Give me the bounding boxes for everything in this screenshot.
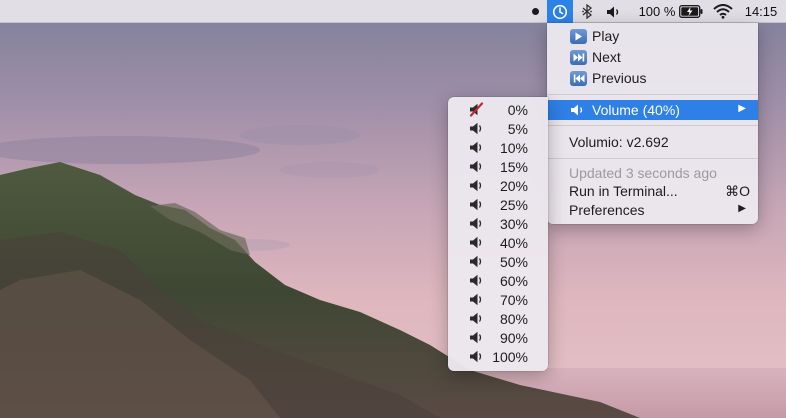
menu-item-preferences-label: Preferences (569, 202, 645, 218)
speaker-icon (469, 349, 487, 364)
speaker-icon (469, 311, 487, 326)
volume-option-label: 90% (499, 330, 528, 346)
volume-option-label: 40% (499, 235, 528, 251)
menu-separator (547, 125, 758, 126)
speaker-icon (469, 254, 487, 269)
menu-separator (547, 94, 758, 95)
volume-option[interactable]: 15% (448, 157, 548, 176)
volume-option[interactable]: 25% (448, 195, 548, 214)
volume-option-label: 80% (499, 311, 528, 327)
speaker-icon (469, 235, 487, 250)
volume-option-label: 10% (499, 140, 528, 156)
menu-item-next-label: Next (592, 49, 621, 65)
volume-option[interactable]: 10% (448, 138, 548, 157)
volume-option-label: 20% (499, 178, 528, 194)
speaker-icon (469, 330, 487, 345)
menu-item-run-in-terminal[interactable]: Run in Terminal... ⌘O (547, 181, 758, 201)
volume-option[interactable]: 80% (448, 309, 548, 328)
volume-option-label: 70% (499, 292, 528, 308)
volume-option[interactable]: 50% (448, 252, 548, 271)
menu-separator (547, 158, 758, 159)
speaker-volume-icon (570, 103, 587, 118)
speaker-icon (469, 273, 487, 288)
volume-option-label: 100% (492, 349, 528, 365)
speaker-icon (469, 121, 487, 136)
wifi-icon[interactable] (711, 0, 735, 23)
menu-item-next[interactable]: Next (547, 47, 758, 67)
volume-option[interactable]: 30% (448, 214, 548, 233)
volume-submenu: 0% 5% 10% 15% 20% 25% 30% 40% 50% 60% 70% 80% 90% 100… (448, 97, 548, 371)
volume-option-label: 0% (507, 102, 528, 118)
menubar-clock[interactable]: 14:15 (741, 0, 781, 23)
next-icon (570, 49, 587, 65)
volume-option-label: 15% (499, 159, 528, 175)
volume-option[interactable]: 0% (448, 100, 548, 119)
volume-option[interactable]: 100% (448, 347, 548, 366)
menu-item-version: Volumio: v2.692 (569, 134, 669, 150)
menu-item-play-label: Play (592, 28, 620, 44)
menu-item-previous[interactable]: Previous (547, 68, 758, 88)
volume-option-label: 25% (499, 197, 528, 213)
volume-option[interactable]: 60% (448, 271, 548, 290)
speaker-icon (469, 292, 487, 307)
speaker-icon (469, 197, 487, 212)
volume-option-label: 30% (499, 216, 528, 232)
volume-option[interactable]: 40% (448, 233, 548, 252)
menu-item-updated-status: Updated 3 seconds ago (569, 165, 717, 181)
terminal-shortcut: ⌘O (725, 183, 750, 199)
volume-option-label: 60% (499, 273, 528, 289)
speaker-icon (469, 140, 487, 155)
menu-item-terminal-label: Run in Terminal... (569, 183, 678, 199)
speaker-icon (469, 216, 487, 231)
menu-bar: 100 % 14:15 (0, 0, 786, 23)
speaker-icon (469, 159, 487, 174)
volumio-logo-icon (552, 4, 568, 19)
volume-option[interactable]: 5% (448, 119, 548, 138)
submenu-arrow-icon: ▶ (738, 103, 746, 114)
volumio-dropdown-menu: Play Next Previous Volume (40%) ▶ Volumi… (547, 23, 758, 224)
speaker-muted-icon (469, 102, 487, 117)
speaker-icon[interactable] (604, 0, 624, 23)
speaker-icon (469, 178, 487, 193)
volume-option[interactable]: 90% (448, 328, 548, 347)
menu-item-volume[interactable]: Volume (40%) ▶ (547, 100, 758, 120)
volume-option-label: 50% (499, 254, 528, 270)
battery-charging-icon[interactable] (678, 0, 704, 23)
menu-item-previous-label: Previous (592, 70, 647, 86)
status-dot-icon[interactable] (528, 0, 542, 23)
volumio-icon[interactable] (547, 0, 573, 23)
menu-item-preferences[interactable]: Preferences ▶ (547, 200, 758, 220)
menu-item-play[interactable]: Play (547, 26, 758, 46)
menu-item-volume-label: Volume (40%) (592, 102, 680, 118)
play-icon (570, 28, 587, 44)
volume-option-label: 5% (507, 121, 528, 137)
bluetooth-icon[interactable] (578, 0, 596, 23)
battery-percent-text[interactable]: 100 % (637, 0, 677, 23)
volume-option[interactable]: 70% (448, 290, 548, 309)
previous-icon (570, 70, 587, 86)
submenu-arrow-icon: ▶ (738, 203, 746, 214)
volume-option[interactable]: 20% (448, 176, 548, 195)
